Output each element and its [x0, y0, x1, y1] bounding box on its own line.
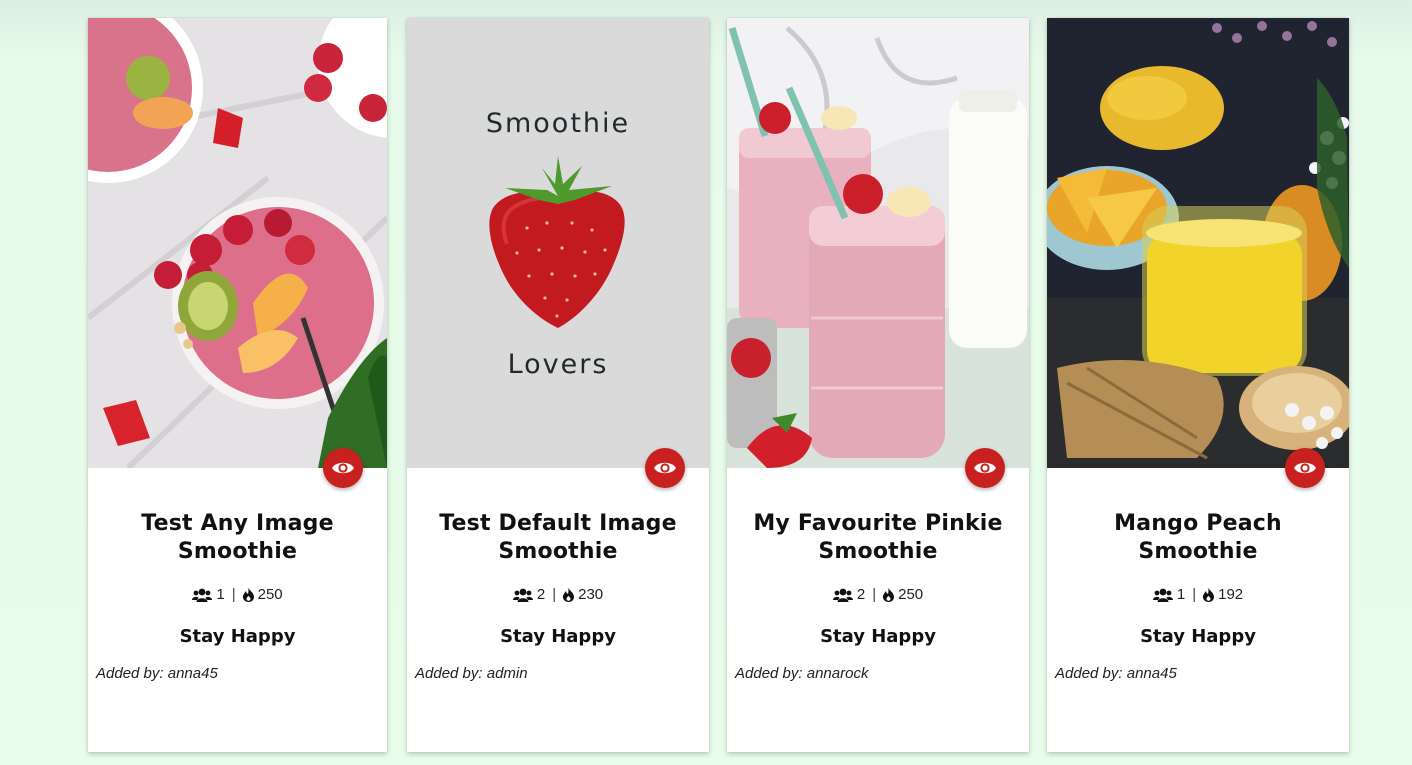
users-icon [192, 588, 213, 602]
recipe-motto: Stay Happy [500, 626, 616, 647]
fire-icon [1203, 588, 1215, 602]
stats-separator: | [552, 586, 557, 603]
recipe-author: Added by: anna45 [1047, 664, 1349, 684]
image-text-top: Smoothie [486, 108, 630, 139]
recipe-author: Added by: annarock [727, 664, 1029, 684]
stats-separator: | [1192, 586, 1197, 603]
users-icon [832, 588, 853, 602]
calories-count: 250 [257, 586, 283, 603]
eye-icon [653, 460, 677, 476]
eye-icon [331, 460, 355, 476]
recipe-stats: 2 | 230 [407, 585, 709, 605]
author-name: annarock [806, 665, 869, 682]
stats-separator: | [872, 586, 877, 603]
recipe-stats: 2 | 250 [727, 585, 1029, 605]
card-content: Test Default Image Smoothie 2 | 230 Stay… [407, 510, 709, 684]
author-name: anna45 [1126, 665, 1177, 682]
users-icon [1152, 588, 1173, 602]
eye-icon [973, 460, 997, 476]
image-text-bottom: Lovers [508, 349, 609, 380]
recipe-image [1047, 18, 1349, 468]
stats-separator: | [231, 586, 236, 603]
servings-count: 2 [536, 586, 546, 603]
recipe-stats: 1 | 250 [88, 585, 387, 605]
recipe-card: Mango Peach Smoothie 1 | 192 Stay Happy … [1047, 18, 1349, 752]
recipe-motto: Stay Happy [1140, 626, 1256, 647]
author-label: Added by: [1055, 665, 1123, 682]
recipe-author: Added by: anna45 [88, 664, 387, 684]
fire-icon [883, 588, 895, 602]
card-content: My Favourite Pinkie Smoothie 2 | 250 Sta… [727, 510, 1029, 684]
fire-icon [563, 588, 575, 602]
recipe-stats: 1 | 192 [1047, 585, 1349, 605]
author-label: Added by: [415, 665, 483, 682]
card-content: Test Any Image Smoothie 1 | 250 Stay Hap… [88, 510, 387, 684]
recipe-card: Test Any Image Smoothie 1 | 250 Stay Hap… [88, 18, 387, 752]
recipe-image [88, 18, 387, 468]
recipe-motto: Stay Happy [179, 626, 296, 647]
calories-count: 250 [898, 586, 924, 603]
users-icon [512, 588, 533, 602]
recipe-title: My Favourite Pinkie Smoothie [753, 511, 1003, 564]
view-recipe-button[interactable] [323, 448, 363, 488]
author-label: Added by: [96, 665, 164, 682]
view-recipe-button[interactable] [965, 448, 1005, 488]
recipe-title: Test Any Image Smoothie [141, 511, 334, 564]
servings-count: 2 [856, 586, 866, 603]
card-content: Mango Peach Smoothie 1 | 192 Stay Happy … [1047, 510, 1349, 684]
calories-count: 192 [1218, 586, 1244, 603]
author-label: Added by: [735, 665, 803, 682]
view-recipe-button[interactable] [645, 448, 685, 488]
author-name: anna45 [167, 665, 218, 682]
view-recipe-button[interactable] [1285, 448, 1325, 488]
author-name: admin [486, 665, 528, 682]
calories-count: 230 [578, 586, 604, 603]
servings-count: 1 [1176, 586, 1186, 603]
recipe-image: Smoothie Lovers [407, 18, 709, 468]
fire-icon [242, 588, 254, 602]
recipe-card: Smoothie Lovers Test Default Image Smoot… [407, 18, 709, 752]
recipe-title: Mango Peach Smoothie [1114, 511, 1282, 564]
recipe-image [727, 18, 1029, 468]
recipe-title: Test Default Image Smoothie [439, 511, 677, 564]
recipe-motto: Stay Happy [820, 626, 936, 647]
recipe-author: Added by: admin [407, 664, 709, 684]
servings-count: 1 [216, 586, 225, 603]
recipe-card: My Favourite Pinkie Smoothie 2 | 250 Sta… [727, 18, 1029, 752]
eye-icon [1293, 460, 1317, 476]
